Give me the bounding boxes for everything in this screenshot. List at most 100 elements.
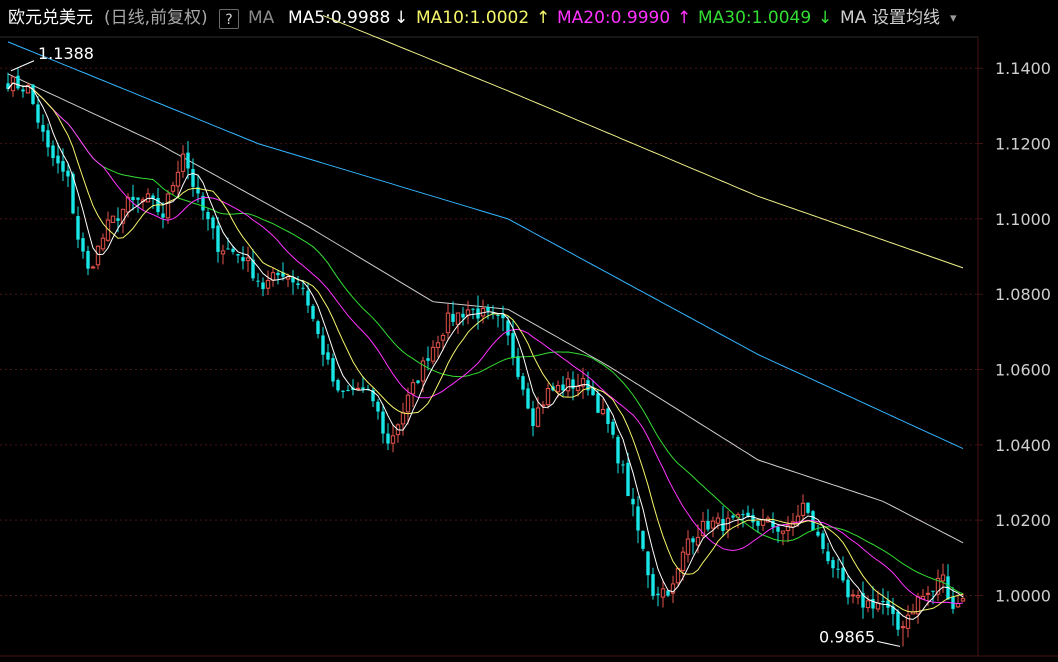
candle-body bbox=[511, 333, 515, 358]
candle bbox=[451, 301, 455, 327]
candle-body bbox=[66, 170, 70, 177]
candle bbox=[376, 399, 380, 420]
candle-body bbox=[186, 152, 190, 169]
candle-body bbox=[656, 593, 660, 596]
candle-body bbox=[321, 335, 325, 355]
candle bbox=[461, 307, 465, 326]
candle bbox=[881, 588, 885, 615]
candle bbox=[161, 202, 165, 229]
candle bbox=[386, 423, 390, 451]
candle bbox=[291, 270, 295, 295]
candle-body bbox=[806, 502, 810, 513]
candle-body bbox=[741, 514, 745, 516]
ma60-line bbox=[7, 73, 964, 544]
candle bbox=[691, 536, 695, 555]
candle bbox=[311, 303, 315, 322]
candle bbox=[765, 515, 771, 523]
candle-body bbox=[600, 408, 606, 415]
candle bbox=[670, 575, 676, 604]
candle-body bbox=[61, 161, 65, 172]
candle-body bbox=[41, 125, 45, 132]
candle-body bbox=[506, 320, 510, 336]
candlestick-chart: 1.1400 1.1200 1.1000 1.0800 1.0600 1.0400 1.02… bbox=[0, 15, 1058, 657]
candle bbox=[175, 160, 181, 198]
candle-body bbox=[110, 215, 116, 223]
candle-body bbox=[451, 313, 455, 322]
candle-body bbox=[16, 75, 20, 89]
candle-body bbox=[545, 388, 551, 406]
candle bbox=[846, 575, 850, 605]
candle-body bbox=[206, 212, 210, 220]
y-tick-label: 1.0000 bbox=[995, 587, 1051, 606]
candle bbox=[355, 382, 361, 390]
candle bbox=[276, 269, 280, 285]
candle-body bbox=[471, 308, 475, 310]
candle bbox=[900, 620, 906, 647]
candle-body bbox=[21, 89, 25, 92]
candle-body bbox=[611, 421, 615, 435]
candle-body bbox=[116, 218, 120, 221]
candle bbox=[521, 372, 525, 396]
candle bbox=[850, 589, 856, 604]
candle-body bbox=[925, 592, 931, 595]
candle-body bbox=[241, 257, 245, 262]
candle-body bbox=[531, 408, 535, 427]
candle bbox=[430, 340, 436, 365]
candle-body bbox=[175, 171, 181, 187]
candle bbox=[855, 590, 861, 605]
annotation-arrow bbox=[876, 640, 901, 647]
candle-body bbox=[410, 382, 416, 395]
candle-body bbox=[170, 185, 176, 192]
y-tick-label: 1.1000 bbox=[995, 210, 1051, 229]
candle-body bbox=[821, 533, 825, 549]
candle bbox=[826, 542, 830, 565]
candle bbox=[836, 558, 840, 579]
candle bbox=[561, 376, 565, 398]
candle bbox=[90, 265, 96, 269]
candle-body bbox=[776, 526, 780, 532]
candle-body bbox=[306, 290, 310, 306]
candle-body bbox=[575, 386, 581, 391]
candle bbox=[395, 423, 401, 443]
candle-body bbox=[226, 248, 230, 250]
candle-body bbox=[46, 130, 50, 148]
candle-body bbox=[660, 588, 666, 598]
candle bbox=[636, 496, 640, 544]
candle-body bbox=[621, 464, 625, 466]
candle-body bbox=[95, 245, 101, 266]
candle bbox=[641, 530, 645, 552]
candle bbox=[265, 270, 271, 296]
ma120-line bbox=[7, 41, 964, 450]
candle bbox=[896, 609, 900, 637]
candle bbox=[296, 275, 300, 290]
candle-body bbox=[90, 266, 96, 269]
candle-body bbox=[636, 506, 640, 531]
candle bbox=[381, 403, 385, 444]
candle bbox=[170, 181, 176, 195]
candle bbox=[565, 371, 571, 397]
candle-body bbox=[346, 389, 350, 391]
candle-body bbox=[691, 538, 695, 543]
candle-body bbox=[521, 376, 525, 390]
y-tick-label: 1.1200 bbox=[995, 135, 1051, 154]
candle-body bbox=[900, 626, 906, 629]
candle bbox=[326, 343, 330, 365]
candle-body bbox=[386, 433, 390, 444]
candle bbox=[76, 206, 80, 249]
candle-body bbox=[706, 520, 710, 530]
candle-body bbox=[430, 346, 436, 362]
candle-body bbox=[526, 388, 530, 409]
candle bbox=[86, 245, 90, 276]
candle bbox=[790, 512, 796, 537]
candle-body bbox=[341, 390, 345, 392]
candle-body bbox=[220, 250, 226, 255]
candle bbox=[611, 418, 615, 439]
candle-body bbox=[666, 590, 670, 596]
candle-body bbox=[535, 407, 541, 427]
y-tick-label: 1.0600 bbox=[995, 361, 1051, 380]
candle-body bbox=[881, 601, 885, 603]
candle-body bbox=[426, 358, 430, 361]
annotation-arrow bbox=[10, 60, 35, 72]
y-tick-label: 1.0400 bbox=[995, 436, 1051, 455]
candle-body bbox=[616, 436, 620, 464]
